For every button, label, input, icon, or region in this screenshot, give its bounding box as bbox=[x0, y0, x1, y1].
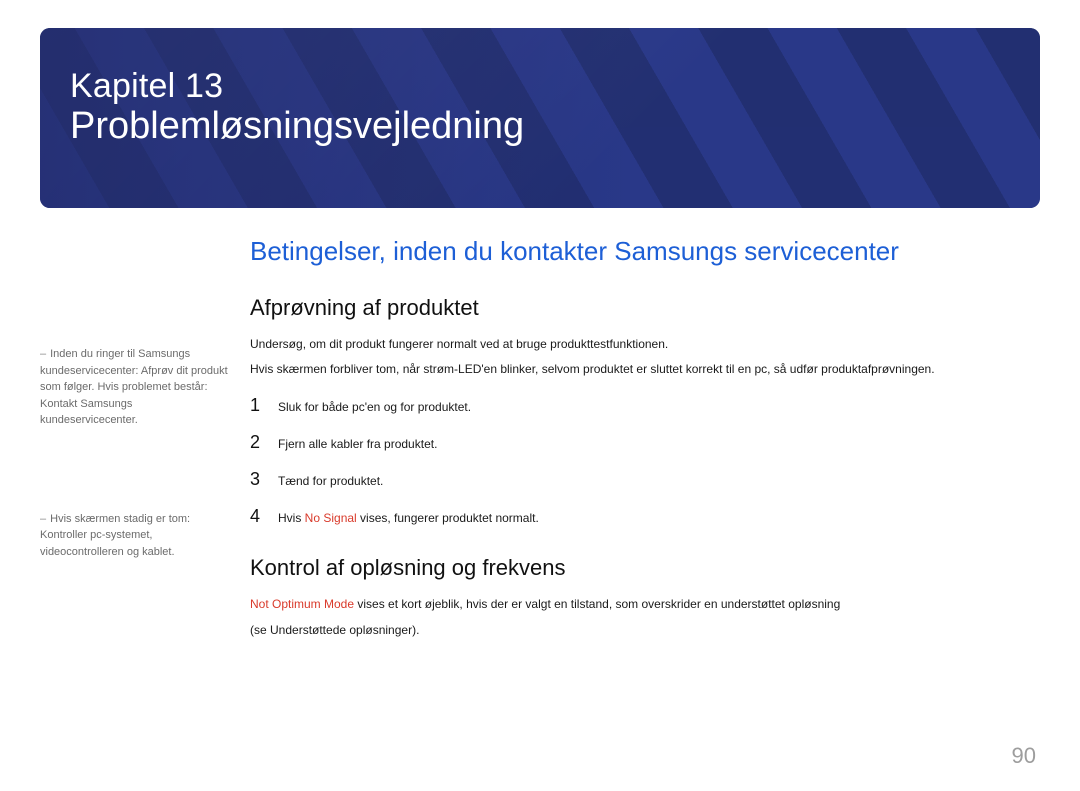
paragraph: Hvis skærmen forbliver tom, når strøm-LE… bbox=[250, 360, 1040, 379]
step-text-post: vises, fungerer produktet normalt. bbox=[357, 511, 539, 525]
step-number: 3 bbox=[250, 469, 264, 490]
step-text: Tænd for produktet. bbox=[278, 474, 383, 488]
step-item: 1 Sluk for både pc'en og for produktet. bbox=[250, 387, 1040, 424]
warning-term: Not Optimum Mode bbox=[250, 597, 354, 611]
paragraph: (se Understøttede opløsninger). bbox=[250, 621, 1040, 640]
step-number: 1 bbox=[250, 395, 264, 416]
step-number: 2 bbox=[250, 432, 264, 453]
banner-text: Kapitel 13 Problemløsningsvejledning bbox=[70, 68, 524, 149]
sidebar-notes: –Inden du ringer til Samsungs kundeservi… bbox=[40, 236, 250, 646]
step-item: 4 Hvis No Signal vises, fungerer produkt… bbox=[250, 498, 1040, 535]
paragraph-tail: vises et kort øjeblik, hvis der er valgt… bbox=[354, 597, 840, 611]
warning-term: No Signal bbox=[305, 511, 357, 525]
chapter-banner: Kapitel 13 Problemløsningsvejledning bbox=[40, 28, 1040, 208]
step-text: Fjern alle kabler fra produktet. bbox=[278, 437, 437, 451]
chapter-label: Kapitel 13 bbox=[70, 68, 524, 105]
step-text-pre: Hvis bbox=[278, 511, 305, 525]
sidebar-note-1: –Inden du ringer til Samsungs kundeservi… bbox=[40, 346, 232, 429]
section-heading: Betingelser, inden du kontakter Samsungs… bbox=[250, 236, 1040, 267]
step-text: Hvis No Signal vises, fungerer produktet… bbox=[278, 511, 539, 525]
subsection-heading-2: Kontrol af opløsning og frekvens bbox=[250, 555, 1040, 581]
dash-icon: – bbox=[40, 513, 46, 525]
step-list: 1 Sluk for både pc'en og for produktet. … bbox=[250, 387, 1040, 535]
chapter-title: Problemløsningsvejledning bbox=[70, 105, 524, 149]
step-number: 4 bbox=[250, 506, 264, 527]
content-area: –Inden du ringer til Samsungs kundeservi… bbox=[40, 236, 1040, 646]
step-item: 3 Tænd for produktet. bbox=[250, 461, 1040, 498]
paragraph: Undersøg, om dit produkt fungerer normal… bbox=[250, 335, 1040, 354]
sidebar-note-2-text: Hvis skærmen stadig er tom: Kontroller p… bbox=[40, 513, 190, 558]
paragraph: Not Optimum Mode vises et kort øjeblik, … bbox=[250, 595, 1040, 614]
subsection-heading-1: Afprøvning af produktet bbox=[250, 295, 1040, 321]
sidebar-note-2: –Hvis skærmen stadig er tom: Kontroller … bbox=[40, 511, 232, 561]
dash-icon: – bbox=[40, 348, 46, 360]
sidebar-note-1-text: Inden du ringer til Samsungs kundeservic… bbox=[40, 348, 228, 426]
manual-page: Kapitel 13 Problemløsningsvejledning –In… bbox=[0, 28, 1080, 791]
step-text: Sluk for både pc'en og for produktet. bbox=[278, 400, 471, 414]
page-number: 90 bbox=[1012, 743, 1036, 769]
step-item: 2 Fjern alle kabler fra produktet. bbox=[250, 424, 1040, 461]
main-column: Betingelser, inden du kontakter Samsungs… bbox=[250, 236, 1040, 646]
